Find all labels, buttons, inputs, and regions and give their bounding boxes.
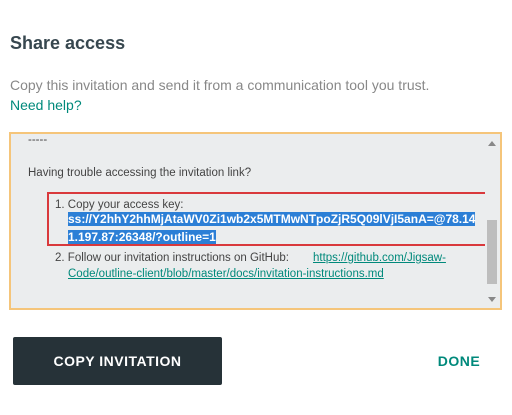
- copy-invitation-button[interactable]: COPY INVITATION: [13, 337, 222, 385]
- dialog-description: Copy this invitation and send it from a …: [10, 75, 430, 115]
- scrollbar-thumb[interactable]: [487, 220, 497, 284]
- github-instructions-link[interactable]: https://github.com/Jigsaw-Code/outline-c…: [68, 250, 478, 282]
- need-help-link[interactable]: Need help?: [10, 97, 82, 113]
- invitation-textbox[interactable]: ----- Having trouble accessing the invit…: [9, 132, 502, 310]
- access-key[interactable]: ss://Y2hhY2hhMjAtaWV0Zi1wb2x5MTMwNTpoZjR…: [68, 210, 478, 246]
- dialog-title: Share access: [10, 33, 126, 53]
- scroll-up-arrow-icon[interactable]: [488, 141, 496, 146]
- invitation-dashes: -----: [28, 134, 48, 146]
- done-button[interactable]: DONE: [424, 345, 494, 377]
- description-text: Copy this invitation and send it from a …: [10, 77, 430, 93]
- trouble-text: Having trouble accessing the invitation …: [28, 167, 252, 179]
- access-key-text[interactable]: ss://Y2hhY2hhMjAtaWV0Zi1wb2x5MTMwNTpoZjR…: [68, 212, 476, 244]
- step-2-number: 2.: [55, 252, 65, 264]
- scroll-down-arrow-icon[interactable]: [488, 297, 496, 302]
- step-1-number: 1.: [55, 199, 65, 211]
- vertical-scrollbar[interactable]: [485, 134, 500, 308]
- invitation-content: ----- Having trouble accessing the invit…: [11, 134, 497, 308]
